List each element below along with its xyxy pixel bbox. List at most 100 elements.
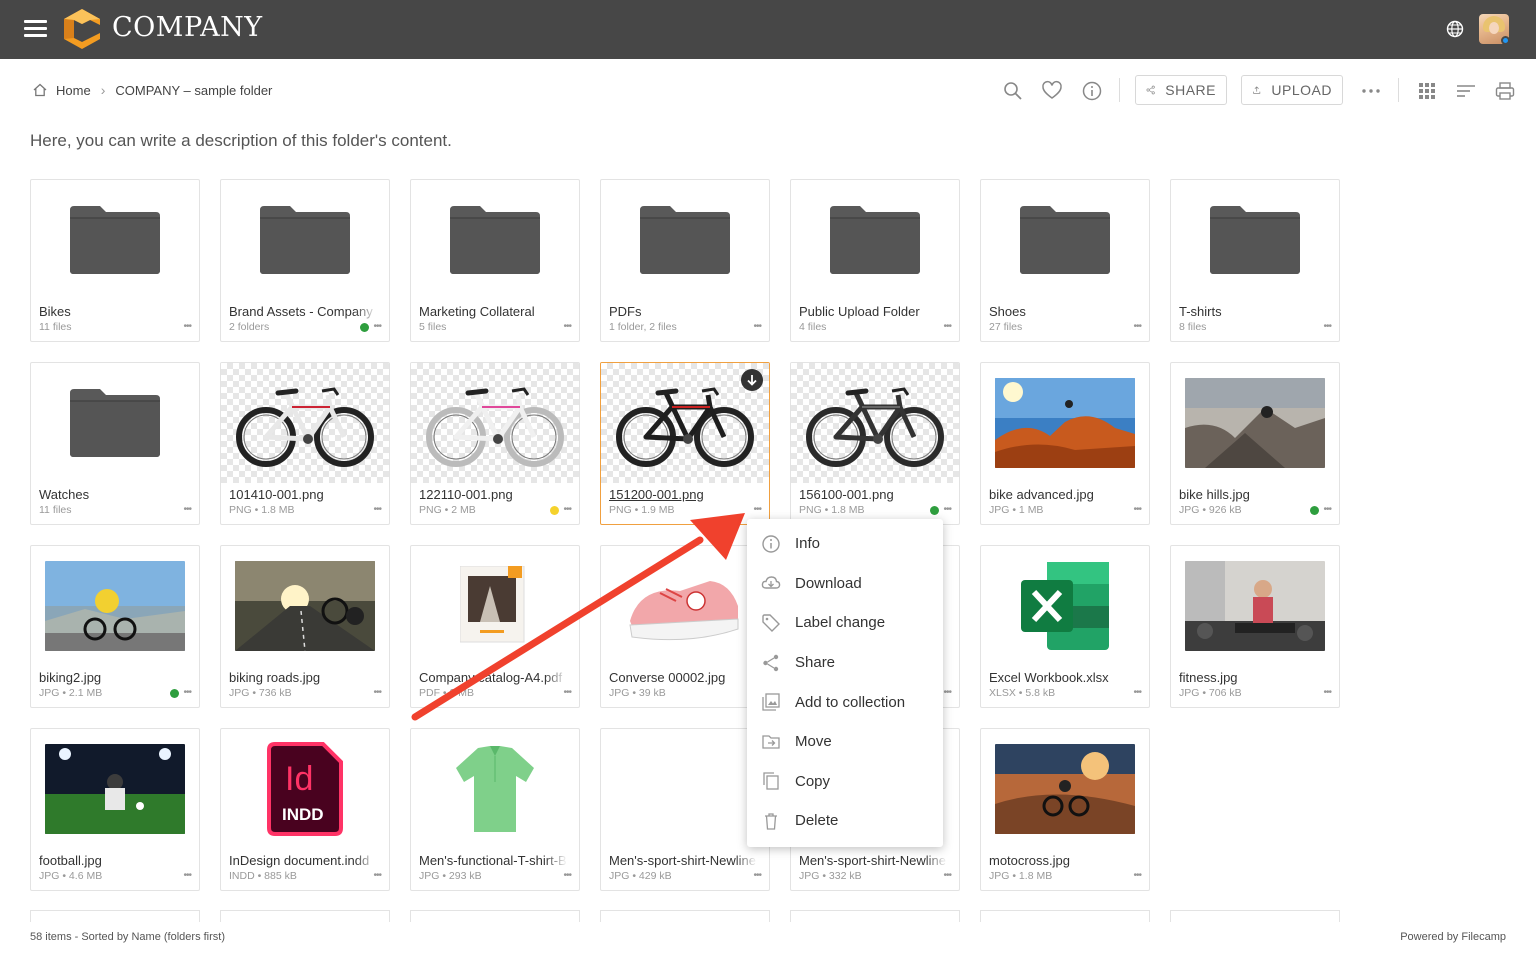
tile-name[interactable]: bike advanced.jpg	[989, 487, 1137, 502]
brand-name[interactable]: COMPANY	[112, 12, 263, 43]
tile-more-icon[interactable]: •••	[183, 687, 191, 698]
tile-name[interactable]: fitness.jpg	[1179, 670, 1327, 685]
grid-view-icon[interactable]	[1416, 80, 1438, 102]
tile-more-icon[interactable]: •••	[1133, 321, 1141, 332]
tile-thumbnail[interactable]	[31, 180, 199, 300]
powered-by-link[interactable]: Powered by Filecamp	[1400, 931, 1506, 943]
tile-more-icon[interactable]: •••	[1133, 504, 1141, 515]
tile-more-icon[interactable]: •••	[183, 870, 191, 881]
context-menu-item-copy[interactable]: Copy	[747, 762, 943, 802]
tile-thumbnail[interactable]	[31, 729, 199, 849]
file-tile[interactable]: Men's-functional-T-shirt-B JPG • 293 kB ••…	[410, 728, 580, 891]
tile-thumbnail[interactable]	[791, 363, 959, 483]
folder-tile[interactable]: T-shirts 8 files •••	[1170, 179, 1340, 342]
tile-thumbnail[interactable]	[601, 546, 769, 666]
tile-more-icon[interactable]: •••	[563, 870, 571, 881]
tile-thumbnail[interactable]	[981, 729, 1149, 849]
tile-more-icon[interactable]: •••	[753, 321, 761, 332]
folder-tile[interactable]: PDFs 1 folder, 2 files •••	[600, 179, 770, 342]
folder-tile[interactable]: Public Upload Folder 4 files •••	[790, 179, 960, 342]
tile-more-icon[interactable]: •••	[373, 870, 381, 881]
menu-icon[interactable]	[24, 20, 47, 38]
tile-more-icon[interactable]: •••	[943, 321, 951, 332]
folder-tile[interactable]: Watches 11 files •••	[30, 362, 200, 525]
file-tile[interactable]: bike hills.jpg JPG • 926 kB •••	[1170, 362, 1340, 525]
tile-thumbnail[interactable]	[221, 180, 389, 300]
tile-name[interactable]: biking2.jpg	[39, 670, 187, 685]
tile-name[interactable]: football.jpg	[39, 853, 187, 868]
tile-thumbnail[interactable]	[981, 180, 1149, 300]
tile-more-icon[interactable]: •••	[563, 504, 571, 515]
tile-thumbnail[interactable]	[411, 729, 579, 849]
tile-thumbnail[interactable]	[981, 546, 1149, 666]
tile-thumbnail[interactable]	[31, 546, 199, 666]
share-button[interactable]: SHARE	[1135, 75, 1227, 105]
company-logo[interactable]	[64, 9, 100, 49]
tile-more-icon[interactable]: •••	[1133, 870, 1141, 881]
file-tile[interactable]: 101410-001.png PNG • 1.8 MB •••	[220, 362, 390, 525]
folder-tile[interactable]: Brand Assets - Company l 2 folders •••	[220, 179, 390, 342]
tile-thumbnail[interactable]	[1171, 363, 1339, 483]
tile-name[interactable]: biking roads.jpg	[229, 670, 377, 685]
tile-more-icon[interactable]: •••	[1323, 321, 1331, 332]
tile-name[interactable]: Company catalog-A4.pdf	[419, 670, 567, 685]
tile-more-icon[interactable]: •••	[1323, 504, 1331, 515]
tile-thumbnail[interactable]	[411, 180, 579, 300]
tile-thumbnail[interactable]	[221, 546, 389, 666]
tile-name[interactable]: PDFs	[609, 304, 757, 319]
tile-more-icon[interactable]: •••	[183, 504, 191, 515]
upload-button[interactable]: UPLOAD	[1241, 75, 1343, 105]
more-icon[interactable]	[1360, 80, 1382, 102]
tile-thumbnail[interactable]	[601, 729, 769, 849]
file-tile[interactable]: bike advanced.jpg JPG • 1 MB •••	[980, 362, 1150, 525]
context-menu-item-add-to-collection[interactable]: Add to collection	[747, 682, 943, 722]
tile-thumbnail[interactable]	[411, 363, 579, 483]
file-tile[interactable]: biking roads.jpg JPG • 736 kB •••	[220, 545, 390, 708]
tile-more-icon[interactable]: •••	[753, 504, 761, 515]
tile-thumbnail[interactable]	[1171, 180, 1339, 300]
tile-more-icon[interactable]: •••	[1323, 687, 1331, 698]
tile-thumbnail[interactable]	[221, 363, 389, 483]
context-menu-item-label-change[interactable]: Label change	[747, 603, 943, 643]
globe-icon[interactable]	[1445, 19, 1465, 39]
tile-thumbnail[interactable]	[791, 180, 959, 300]
file-tile[interactable]: biking2.jpg JPG • 2.1 MB •••	[30, 545, 200, 708]
tile-name[interactable]: Men's-sport-shirt-Newline	[799, 853, 947, 868]
download-arrow-icon[interactable]	[741, 369, 763, 391]
tile-name[interactable]: Marketing Collateral	[419, 304, 567, 319]
tile-thumbnail[interactable]	[411, 546, 579, 666]
search-icon[interactable]	[1002, 80, 1024, 102]
tile-name[interactable]: Men's-sport-shirt-Newline	[609, 853, 757, 868]
sort-icon[interactable]	[1455, 80, 1477, 102]
tile-more-icon[interactable]: •••	[183, 321, 191, 332]
tile-name[interactable]: T-shirts	[1179, 304, 1327, 319]
file-tile[interactable]: Men's-sport-shirt-Newline JPG • 429 kB •••	[600, 728, 770, 891]
tile-name[interactable]: 101410-001.png	[229, 487, 377, 502]
tile-more-icon[interactable]: •••	[943, 870, 951, 881]
file-tile[interactable]: Converse 00002.jpgJPG • 39 kB•••	[600, 545, 770, 708]
tile-thumbnail[interactable]	[601, 180, 769, 300]
heart-icon[interactable]	[1041, 80, 1063, 102]
tile-more-icon[interactable]: •••	[563, 687, 571, 698]
tile-thumbnail[interactable]	[31, 363, 199, 483]
tile-name[interactable]: Brand Assets - Company l	[229, 304, 377, 319]
file-tile[interactable]: fitness.jpg JPG • 706 kB •••	[1170, 545, 1340, 708]
tile-more-icon[interactable]: •••	[943, 504, 951, 515]
tile-name[interactable]: 151200-001.png	[609, 487, 757, 502]
context-menu-item-share[interactable]: Share	[747, 643, 943, 683]
context-menu-item-delete[interactable]: Delete	[747, 801, 943, 841]
tile-more-icon[interactable]: •••	[943, 687, 951, 698]
tile-name[interactable]: InDesign document.indd	[229, 853, 377, 868]
tile-name[interactable]: Excel Workbook.xlsx	[989, 670, 1137, 685]
file-tile[interactable]: Excel Workbook.xlsx XLSX • 5.8 kB •••	[980, 545, 1150, 708]
tile-name[interactable]: bike hills.jpg	[1179, 487, 1327, 502]
file-tile[interactable]: Id INDD InDesign document.indd INDD • 885 k…	[220, 728, 390, 891]
tile-more-icon[interactable]: •••	[373, 687, 381, 698]
tile-name[interactable]: Bikes	[39, 304, 187, 319]
tile-name[interactable]: 156100-001.png	[799, 487, 947, 502]
tile-name[interactable]: Converse 00002.jpg	[609, 670, 757, 685]
info-icon[interactable]	[1081, 80, 1103, 102]
folder-tile[interactable]: Bikes 11 files •••	[30, 179, 200, 342]
file-tile[interactable]: football.jpg JPG • 4.6 MB •••	[30, 728, 200, 891]
tile-name[interactable]: Public Upload Folder	[799, 304, 947, 319]
